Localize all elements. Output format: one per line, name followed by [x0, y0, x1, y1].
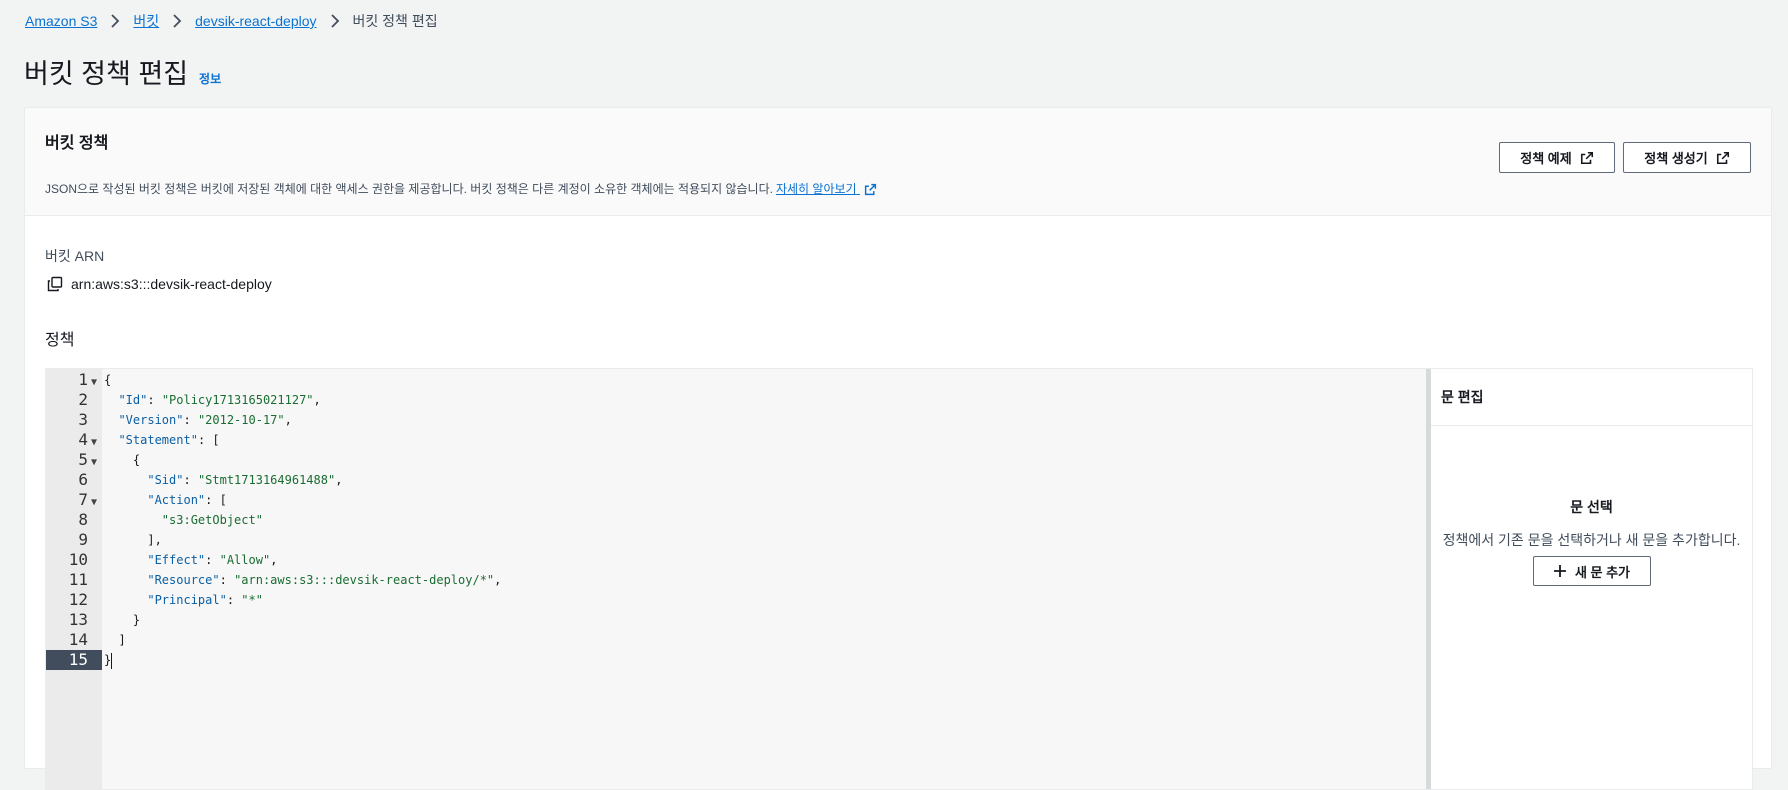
statement-panel-body: 문 선택 정책에서 기존 문을 선택하거나 새 문을 추가합니다. 새 문 추가	[1431, 497, 1752, 586]
add-statement-button[interactable]: 새 문 추가	[1532, 556, 1651, 586]
breadcrumb: Amazon S3 버킷 devsik-react-deploy 버킷 정책 편…	[25, 10, 438, 32]
copy-icon[interactable]	[47, 276, 63, 292]
line-number: 11	[68, 570, 88, 589]
line-number: 6	[78, 470, 88, 489]
arn-row: arn:aws:s3:::devsik-react-deploy	[47, 276, 272, 292]
learn-more-label: 자세히 알아보기	[775, 182, 857, 196]
editor-code-area[interactable]: { "Id": "Policy1713165021127", "Version"…	[104, 369, 1474, 789]
code-line: {	[104, 453, 141, 467]
policy-generator-button[interactable]: 정책 생성기	[1623, 142, 1751, 173]
page-title: 버킷 정책 편집	[24, 59, 189, 89]
policy-label: 정책	[45, 332, 75, 349]
line-number: 2	[78, 390, 88, 409]
line-number: 5 ▼	[78, 450, 98, 469]
code-line: }	[104, 613, 141, 627]
statement-panel-heading: 문 편집	[1431, 369, 1752, 426]
chevron-right-icon	[110, 14, 120, 28]
editor-gutter: 1 ▼ 2 3 4 ▼ 5 ▼ 6 7 ▼ 8 9 10 11 12 13 14 15	[46, 369, 102, 789]
chevron-right-icon	[172, 14, 182, 28]
arn-value: arn:aws:s3:::devsik-react-deploy	[71, 276, 272, 292]
plus-icon	[1553, 565, 1566, 577]
line-number: 4 ▼	[78, 430, 98, 449]
line-number: 8	[78, 510, 88, 529]
code-line: "Statement": [	[118, 433, 220, 447]
line-number: 9	[78, 530, 88, 549]
line-number: 12	[68, 590, 88, 609]
code-line: "Effect": "Allow",	[147, 553, 278, 567]
fold-toggle-icon[interactable]: ▼	[91, 497, 97, 508]
external-link-icon	[1580, 151, 1593, 164]
info-link[interactable]: 정보	[199, 70, 221, 87]
code-line: "Version": "2012-10-17",	[118, 413, 292, 427]
policy-editor[interactable]: 1 ▼ 2 3 4 ▼ 5 ▼ 6 7 ▼ 8 9 10 11 12 13 14 15 { "Id": "Polic…	[45, 368, 1753, 790]
fold-toggle-icon[interactable]: ▼	[91, 437, 97, 448]
section-heading: 버킷 정책	[45, 135, 109, 152]
code-line: "Action": [	[147, 493, 227, 507]
code-line: ]	[104, 633, 126, 647]
code-line: "Id": "Policy1713165021127",	[118, 393, 321, 407]
code-line: "Sid": "Stmt1713164961488",	[147, 473, 343, 487]
select-statement-description: 정책에서 기존 문을 선택하거나 새 문을 추가합니다.	[1442, 532, 1741, 548]
line-number: 7 ▼	[78, 490, 98, 509]
code-line: ],	[104, 533, 162, 547]
external-link-icon	[864, 184, 877, 196]
section-description: JSON으로 작성된 버킷 정책은 버킷에 저장된 객체에 대한 액세스 권한을…	[45, 180, 877, 197]
select-statement-title: 문 선택	[1570, 499, 1613, 515]
card-header: 버킷 정책 JSON으로 작성된 버킷 정책은 버킷에 저장된 객체에 대한 액…	[25, 108, 1771, 216]
statement-panel: 문 편집 문 선택 정책에서 기존 문을 선택하거나 새 문을 추가합니다. 새…	[1431, 369, 1752, 789]
bucket-policy-card: 버킷 정책 JSON으로 작성된 버킷 정책은 버킷에 저장된 객체에 대한 액…	[24, 107, 1772, 790]
code-line: "s3:GetObject"	[161, 513, 263, 527]
page-title-row: 버킷 정책 편집 정보	[24, 52, 221, 91]
breadcrumb-link-s3[interactable]: Amazon S3	[25, 13, 97, 29]
text-cursor	[111, 652, 113, 669]
breadcrumb-current: 버킷 정책 편집	[352, 13, 438, 29]
code-line: {	[104, 373, 112, 387]
fold-toggle-icon[interactable]: ▼	[91, 457, 97, 468]
description-text: JSON으로 작성된 버킷 정책은 버킷에 저장된 객체에 대한 액세스 권한을…	[45, 182, 773, 196]
external-link-icon	[1716, 151, 1729, 164]
arn-label: 버킷 ARN	[45, 248, 105, 264]
fold-toggle-icon[interactable]: ▼	[91, 377, 97, 388]
policy-examples-button[interactable]: 정책 예제	[1499, 142, 1615, 173]
breadcrumb-link-buckets[interactable]: 버킷	[133, 11, 159, 31]
line-number: 3	[78, 410, 88, 429]
code-line: "Resource": "arn:aws:s3:::devsik-react-d…	[147, 573, 502, 587]
learn-more-link[interactable]: 자세히 알아보기	[776, 180, 877, 197]
policy-examples-label: 정책 예제	[1520, 151, 1572, 166]
line-number: 15	[46, 650, 102, 670]
line-number: 10	[68, 550, 88, 569]
add-statement-label: 새 문 추가	[1574, 564, 1631, 580]
line-number: 1 ▼	[78, 370, 98, 389]
code-line: "Principal": "*"	[147, 593, 263, 607]
policy-generator-label: 정책 생성기	[1644, 151, 1708, 166]
breadcrumb-link-bucket[interactable]: devsik-react-deploy	[195, 13, 316, 29]
line-number: 13	[68, 610, 88, 629]
chevron-right-icon	[330, 14, 340, 28]
code-line: }	[104, 652, 113, 669]
line-number: 14	[68, 630, 88, 649]
